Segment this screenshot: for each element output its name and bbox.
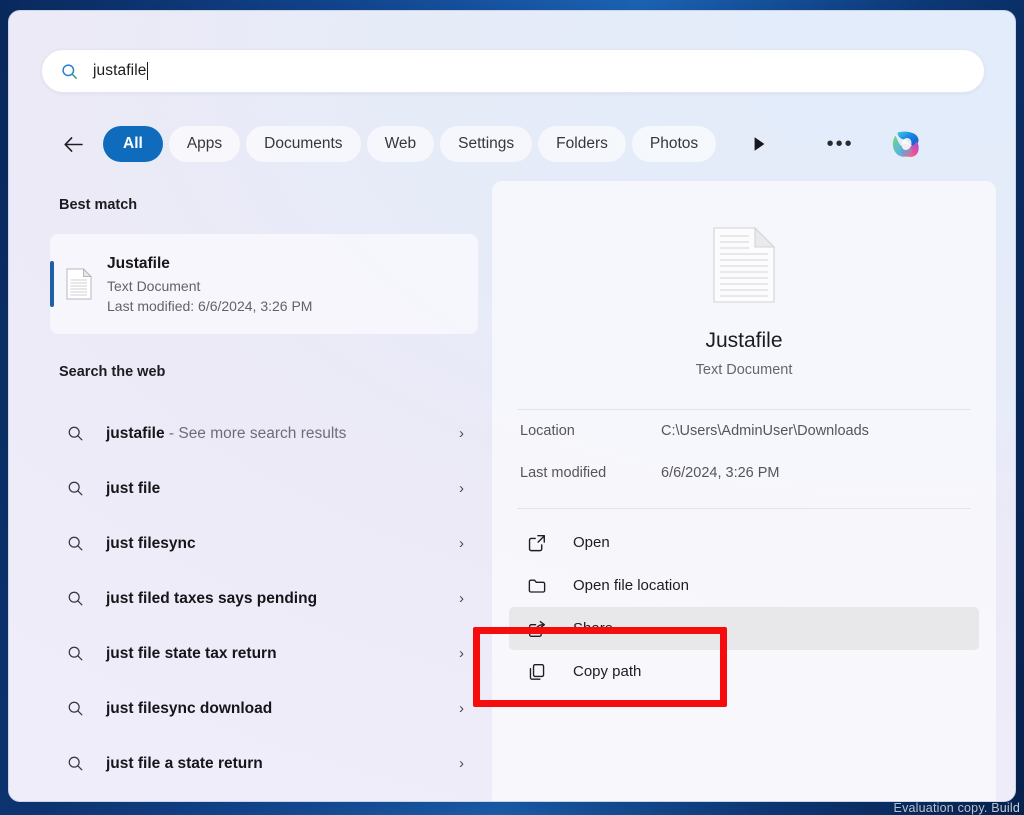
meta-key-location: Location — [520, 423, 575, 439]
action-share-label: Share — [573, 620, 614, 637]
selection-accent-bar — [50, 261, 54, 307]
tab-apps[interactable]: Apps — [168, 126, 241, 162]
preview-file-name: Justafile — [705, 329, 783, 352]
best-match-text-block: Justafile Text Document Last modified: 6… — [107, 253, 312, 316]
chevron-right-icon: › — [459, 755, 464, 772]
file-preview-panel: Justafile Text Document Location C:\User… — [492, 181, 996, 801]
back-button[interactable] — [59, 130, 87, 158]
action-open-label: Open — [573, 534, 610, 551]
search-icon — [68, 536, 83, 551]
tab-web[interactable]: Web — [366, 126, 435, 162]
search-icon — [68, 481, 83, 496]
web-suggestion-label-5: just filesync download — [106, 699, 273, 717]
tab-photos-label: Photos — [649, 135, 699, 152]
preview-file-type: Text Document — [695, 362, 793, 378]
web-suggestion-item-1[interactable]: just file › — [9, 461, 492, 516]
web-suggestion-item-5[interactable]: just filesync download › — [9, 681, 492, 736]
search-icon — [68, 646, 83, 661]
tab-all[interactable]: All — [103, 126, 163, 162]
web-suggestion-label-0: justafile - See more search results — [106, 424, 347, 442]
tab-settings[interactable]: Settings — [440, 126, 533, 162]
play-triangle-icon — [754, 137, 765, 151]
search-icon — [68, 756, 83, 771]
web-suggestion-label-3: just filed taxes says pending — [106, 589, 318, 607]
text-document-icon — [713, 227, 775, 303]
search-icon — [68, 701, 83, 716]
tab-overflow-button[interactable] — [744, 129, 774, 159]
open-external-icon — [528, 534, 545, 551]
file-action-list: Open Open file location Share Copy path — [492, 521, 996, 693]
web-suggestion-label-6: just file a state return — [106, 754, 263, 772]
meta-key-last-modified: Last modified — [520, 465, 607, 481]
arrow-left-icon — [63, 136, 83, 152]
tab-apps-label: Apps — [186, 135, 223, 152]
text-caret — [147, 62, 149, 80]
web-suggestion-item-4[interactable]: just file state tax return › — [9, 626, 492, 681]
tab-documents-label: Documents — [264, 135, 343, 152]
web-suggestion-label-1: just file — [106, 479, 161, 497]
search-icon — [68, 426, 83, 441]
web-suggestion-item-6[interactable]: just file a state return › — [9, 736, 492, 791]
more-options-label: ••• — [826, 133, 854, 155]
divider — [517, 508, 971, 509]
tab-photos[interactable]: Photos — [631, 126, 717, 162]
action-open-file-location[interactable]: Open file location — [509, 564, 979, 607]
meta-row-last-modified: Last modified 6/6/2024, 3:26 PM — [492, 452, 996, 494]
action-copy-path-label: Copy path — [573, 663, 642, 680]
tab-settings-label: Settings — [458, 135, 515, 152]
chevron-right-icon: › — [459, 535, 464, 552]
results-column: Best match Justafile Text Document Last … — [9, 181, 492, 801]
action-copy-path[interactable]: Copy path — [509, 650, 979, 693]
search-icon — [62, 63, 77, 79]
web-suggestion-label-2: just filesync — [106, 534, 196, 552]
meta-value-location: C:\Users\AdminUser\Downloads — [661, 423, 869, 439]
chevron-right-icon: › — [459, 425, 464, 442]
action-open[interactable]: Open — [509, 521, 979, 564]
web-suggestion-item-2[interactable]: just filesync › — [9, 516, 492, 571]
folder-icon — [528, 579, 546, 593]
chevron-right-icon: › — [459, 645, 464, 662]
best-match-heading: Best match — [59, 197, 138, 213]
more-options-button[interactable]: ••• — [824, 129, 856, 159]
tab-web-label: Web — [384, 135, 417, 152]
filter-tab-bar: All Apps Documents Web Settings Folders … — [59, 124, 989, 164]
tab-folders-label: Folders — [556, 135, 608, 152]
tab-all-label: All — [123, 135, 143, 152]
windows-search-flyout: justafile All Apps Documents Web Setting… — [8, 10, 1016, 802]
action-share[interactable]: Share — [509, 607, 979, 650]
action-open-file-location-label: Open file location — [573, 577, 689, 594]
chevron-right-icon: › — [459, 700, 464, 717]
search-input-value: justafile — [93, 62, 147, 79]
chevron-right-icon: › — [459, 590, 464, 607]
copy-icon — [529, 663, 545, 680]
share-icon — [528, 620, 546, 637]
text-document-icon — [66, 268, 92, 300]
copilot-icon — [893, 131, 919, 157]
chevron-right-icon: › — [459, 480, 464, 497]
web-suggestion-label-4: just file state tax return — [106, 644, 277, 662]
tab-folders[interactable]: Folders — [538, 126, 626, 162]
best-match-modified: Last modified: 6/6/2024, 3:26 PM — [107, 297, 313, 314]
web-suggestion-list: justafile - See more search results › ju… — [9, 406, 492, 791]
best-match-title: Justafile — [107, 254, 170, 272]
copilot-button[interactable] — [886, 124, 926, 164]
web-suggestion-item-0[interactable]: justafile - See more search results › — [9, 406, 492, 461]
search-icon — [68, 591, 83, 606]
best-match-result-item[interactable]: Justafile Text Document Last modified: 6… — [50, 234, 478, 334]
search-the-web-heading: Search the web — [59, 364, 166, 380]
meta-value-last-modified: 6/6/2024, 3:26 PM — [661, 465, 780, 481]
desktop-background: Evaluation copy. Build justafile All App… — [0, 0, 1024, 815]
preview-icon-wrap — [492, 227, 996, 303]
tab-documents[interactable]: Documents — [246, 126, 361, 162]
meta-row-location: Location C:\Users\AdminUser\Downloads — [492, 410, 996, 452]
search-input[interactable]: justafile — [41, 49, 985, 93]
windows-evaluation-watermark: Evaluation copy. Build — [893, 801, 1020, 815]
best-match-type: Text Document — [107, 277, 201, 294]
web-suggestion-item-3[interactable]: just filed taxes says pending › — [9, 571, 492, 626]
